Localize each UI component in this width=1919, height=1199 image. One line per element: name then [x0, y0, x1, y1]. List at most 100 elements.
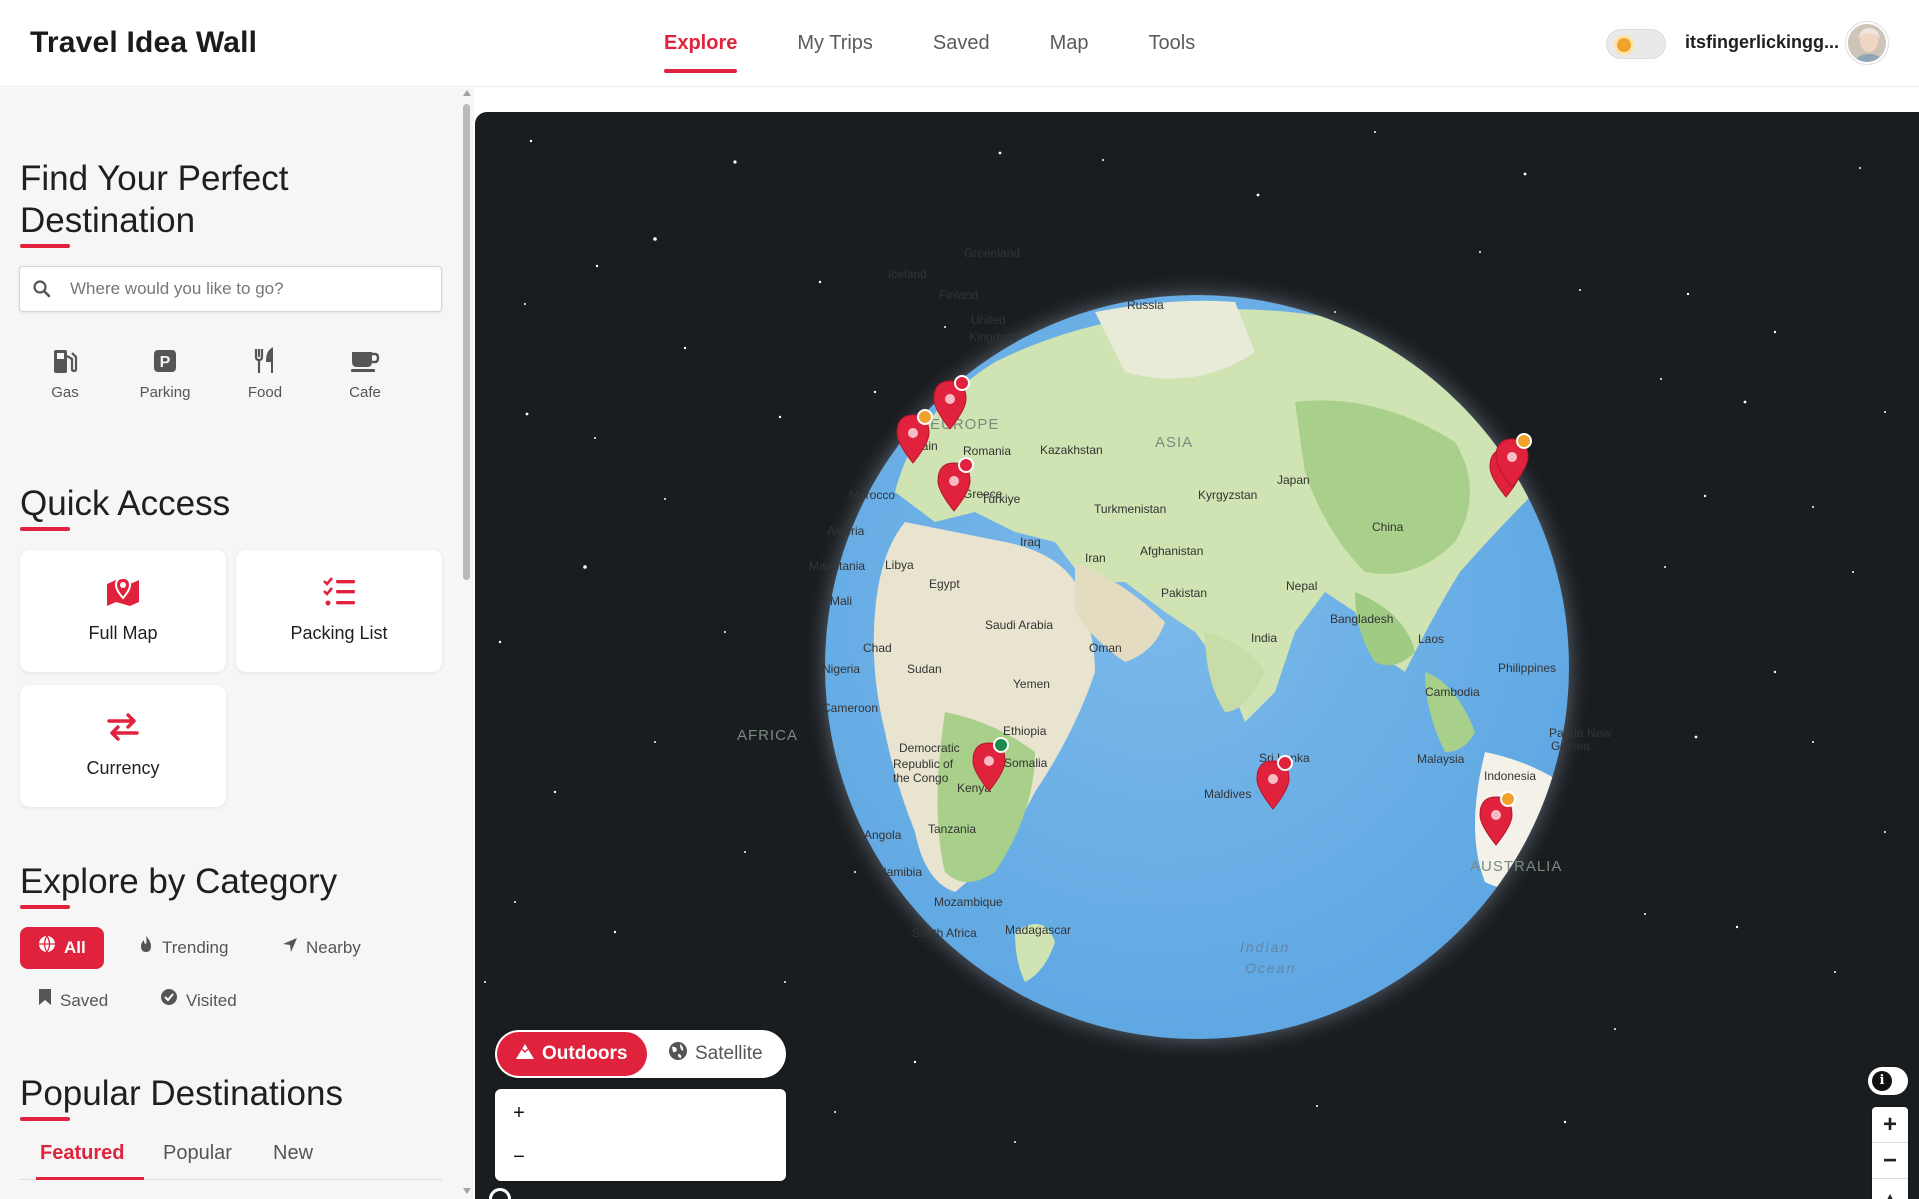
place-label: Russia [1127, 298, 1164, 312]
outdoors-label: Outdoors [542, 1043, 628, 1064]
map-view[interactable]: EUROPE ASIA AFRICA AUSTRALIA Indian Ocea… [475, 112, 1919, 1199]
poi-food[interactable]: Food [225, 346, 305, 401]
full-map-card[interactable]: Full Map [20, 550, 226, 672]
place-label: Nigeria [822, 662, 860, 676]
svg-text:P: P [160, 354, 171, 371]
compass-icon[interactable]: ▲ [1872, 1179, 1908, 1199]
category-saved-chip[interactable]: Saved [20, 980, 126, 1022]
category-all-chip[interactable]: All [20, 927, 104, 969]
place-label: Maldives [1204, 787, 1251, 801]
right-zoom-out-button[interactable]: − [1872, 1143, 1908, 1179]
find-title-line2: Destination [20, 201, 196, 240]
currency-card[interactable]: Currency [20, 685, 226, 807]
poi-cafe-label: Cafe [349, 384, 381, 401]
globe-icon [38, 927, 56, 969]
search-input[interactable] [70, 267, 430, 311]
search-box[interactable] [19, 266, 442, 312]
map-style-switch: Outdoors Satellite [495, 1030, 786, 1078]
gas-pump-icon [25, 346, 105, 376]
map-zoom-panel: + − [495, 1089, 786, 1181]
category-saved-label: Saved [60, 991, 109, 1010]
zoom-in-button[interactable]: + [501, 1093, 537, 1133]
find-destination-title: Find Your Perfect Destination [20, 158, 289, 248]
poi-gas[interactable]: Gas [25, 346, 105, 401]
place-label: Oman [1089, 641, 1122, 655]
poi-parking-label: Parking [139, 384, 191, 401]
poi-cafe[interactable]: Cafe [325, 346, 405, 401]
place-label: Mauritania [809, 559, 865, 573]
place-label: Kingdom [969, 330, 1016, 344]
place-label: Kazakhstan [1040, 443, 1103, 457]
place-label: Japan [1277, 473, 1310, 487]
place-label: Somalia [1004, 756, 1048, 770]
nav-my-trips[interactable]: My Trips [797, 0, 873, 87]
place-label: Pakistan [1161, 586, 1207, 600]
coffee-cup-icon [325, 346, 405, 376]
top-header: Travel Idea Wall Explore My Trips Saved … [0, 0, 1919, 87]
exchange-arrows-icon [20, 711, 226, 745]
label-africa: AFRICA [737, 727, 798, 744]
nav-explore[interactable]: Explore [664, 0, 738, 87]
tab-featured[interactable]: Featured [35, 1138, 146, 1180]
tab-popular[interactable]: Popular [163, 1138, 232, 1180]
checklist-icon [236, 576, 442, 610]
label-indian: Indian [1240, 939, 1290, 955]
zoom-out-button[interactable]: − [501, 1137, 537, 1177]
poi-food-label: Food [247, 384, 283, 401]
attribution-toggle[interactable]: i [1868, 1067, 1908, 1095]
explore-category-title: Explore by Category [20, 862, 338, 909]
search-icon [32, 279, 52, 304]
nav-saved[interactable]: Saved [933, 0, 990, 87]
place-label: Tanzania [928, 822, 976, 836]
label-europe: EUROPE [930, 416, 999, 433]
place-label: Republic of [893, 757, 954, 771]
place-label: Laos [1418, 632, 1444, 646]
brand-title[interactable]: Travel Idea Wall [30, 26, 257, 60]
place-label: Yemen [1013, 677, 1050, 691]
place-label: Democratic [899, 741, 960, 755]
info-icon: i [1872, 1071, 1892, 1091]
sun-icon [1617, 38, 1631, 52]
scroll-thumb[interactable] [463, 104, 470, 580]
place-label: Bangladesh [1330, 612, 1393, 626]
packing-list-card[interactable]: Packing List [236, 550, 442, 672]
place-label: Kyrgyzstan [1198, 488, 1257, 502]
place-label: Algeria [827, 524, 865, 538]
mountain-icon [515, 1042, 535, 1066]
quick-access-title: Quick Access [20, 484, 231, 531]
place-label: United [971, 313, 1006, 327]
place-label: Morocco [849, 488, 895, 502]
fire-icon [138, 927, 154, 969]
right-zoom-in-button[interactable]: + [1872, 1107, 1908, 1143]
username[interactable]: itsfingerlickingg... [1685, 32, 1839, 53]
category-trending-label: Trending [162, 938, 229, 957]
scroll-down-arrow-icon[interactable] [463, 1188, 471, 1194]
category-visited-label: Visited [186, 991, 237, 1010]
place-label: Papua New [1549, 726, 1611, 740]
nav-map[interactable]: Map [1050, 0, 1089, 87]
place-label: Egypt [929, 577, 960, 591]
destination-tabs: Featured Popular New [20, 1138, 442, 1180]
place-label: Sudan [907, 662, 942, 676]
nav-tools[interactable]: Tools [1149, 0, 1196, 87]
currency-label: Currency [86, 758, 160, 778]
place-label: South Africa [912, 926, 977, 940]
place-label: India [1251, 631, 1277, 645]
category-trending-chip[interactable]: Trending [120, 927, 246, 969]
category-visited-chip[interactable]: Visited [142, 980, 255, 1022]
scroll-up-arrow-icon[interactable] [463, 90, 471, 96]
theme-toggle[interactable] [1606, 29, 1666, 59]
satellite-style-button[interactable]: Satellite [650, 1032, 781, 1076]
place-label: Guinea [1551, 739, 1590, 753]
outdoors-style-button[interactable]: Outdoors [497, 1032, 647, 1076]
category-nearby-chip[interactable]: Nearby [264, 927, 379, 969]
full-map-label: Full Map [88, 623, 158, 643]
place-label: China [1372, 520, 1404, 534]
main-nav: Explore My Trips Saved Map Tools [664, 0, 1255, 87]
avatar[interactable] [1846, 22, 1888, 64]
tab-new[interactable]: New [273, 1138, 313, 1180]
poi-parking[interactable]: P Parking [125, 346, 205, 401]
popular-destinations-title: Popular Destinations [20, 1074, 343, 1121]
avatar-portrait [1848, 24, 1886, 62]
category-nearby-label: Nearby [306, 938, 361, 957]
